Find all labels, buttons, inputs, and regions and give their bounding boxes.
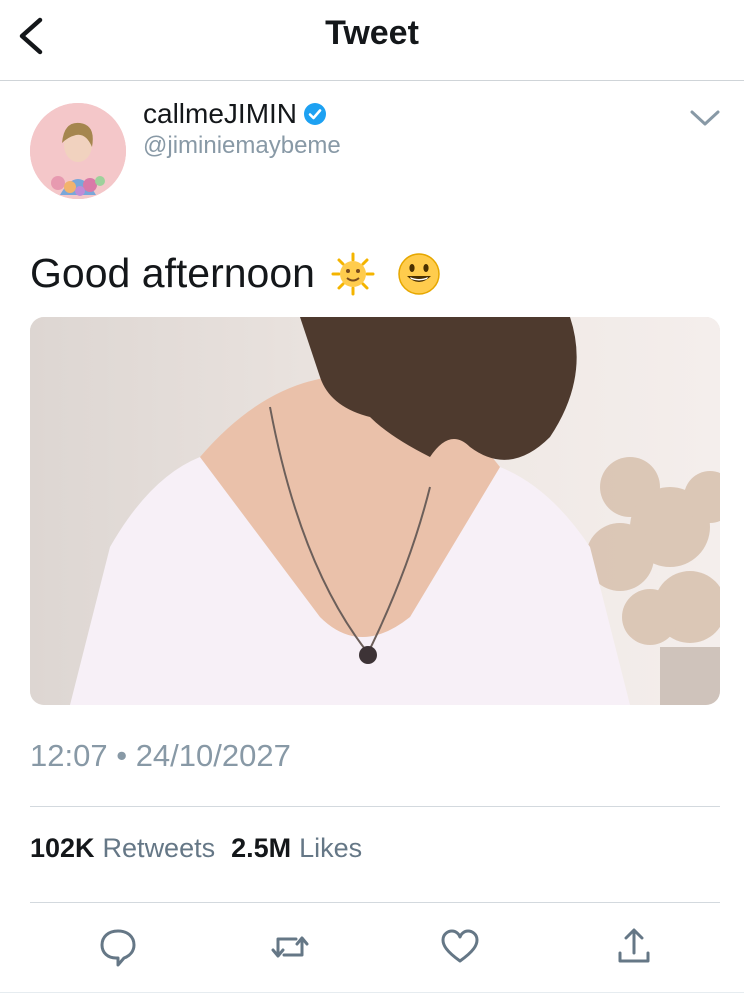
action-bar [0,925,744,971]
avatar[interactable] [30,103,126,199]
retweets-label: Retweets [102,833,216,863]
likes-count: 2.5M [231,833,292,863]
user-handle[interactable]: @jiminiemaybeme [143,132,341,160]
divider [30,902,720,903]
tweet-timestamp: 12:07 • 24/10/2027 [30,738,291,774]
meta-separator: • [116,738,128,773]
smiling-face-icon [398,252,440,295]
chevron-down-icon [690,110,720,126]
tweet-time: 12:07 [30,738,108,773]
top-bar: Tweet [0,0,744,81]
share-icon [618,928,650,963]
avatar-image [30,103,126,199]
retweet-icon [271,936,309,958]
retweets-count: 102K [30,833,95,863]
like-icon [441,929,479,963]
tweet-date: 24/10/2027 [135,738,291,773]
photo-image [30,317,720,705]
display-name[interactable]: callmeJIMIN [143,98,297,130]
verified-badge-icon [304,103,327,125]
tweet-text-content: Good afternoon [30,250,315,296]
retweet-button[interactable] [268,925,312,969]
like-button[interactable] [438,925,482,969]
reply-icon [100,929,136,967]
page-title: Tweet [325,14,419,52]
more-options-button[interactable] [688,106,722,130]
reply-button[interactable] [96,925,140,969]
share-button[interactable] [612,925,656,969]
likes-label: Likes [299,833,363,863]
engagement-stats: 102K Retweets 2.5M Likes [30,833,378,864]
likes-stat[interactable]: 2.5M Likes [231,833,362,864]
divider [30,806,720,807]
author-name-row[interactable]: callmeJIMIN [143,98,327,130]
tweet-photo[interactable] [30,317,720,705]
retweets-stat[interactable]: 102K Retweets [30,833,215,864]
bottom-divider [0,992,744,993]
sun-with-face-icon [331,252,375,295]
tweet-text: Good afternoon [30,250,441,297]
